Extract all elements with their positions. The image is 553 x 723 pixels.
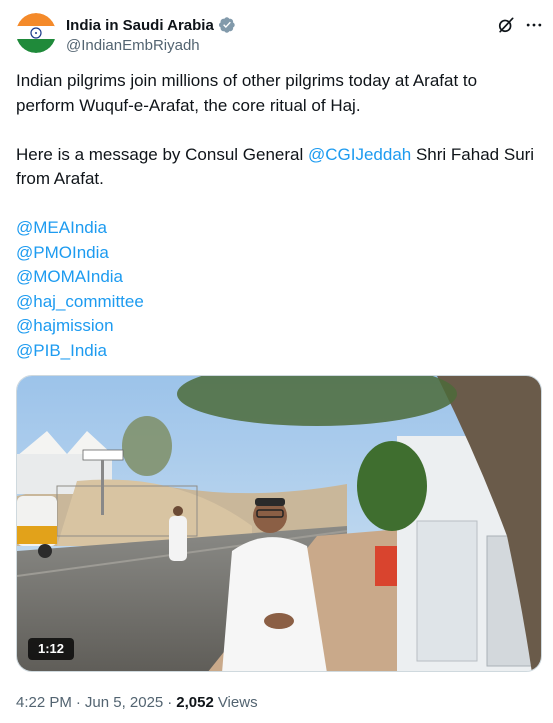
display-name[interactable]: India in Saudi Arabia: [66, 17, 214, 34]
tweet-text-segment: Here is a message by Consul General: [16, 144, 308, 164]
mention-link[interactable]: @PIB_India: [16, 341, 107, 360]
grok-icon[interactable]: [496, 15, 516, 35]
views-count: 2,052: [176, 694, 214, 711]
author-handle[interactable]: @IndianEmbRiyadh: [66, 37, 236, 54]
tweet-header: India in Saudi Arabia @IndianEmbRiyadh: [16, 13, 544, 57]
mention-link[interactable]: @CGIJeddah: [308, 145, 411, 164]
avatar[interactable]: [16, 13, 56, 53]
tweet-paragraph-2: Here is a message by Consul General @CGI…: [16, 143, 536, 192]
meta-separator: ·: [167, 694, 173, 711]
tweet-time[interactable]: 4:22 PM: [16, 694, 72, 711]
mention-link[interactable]: @PMOIndia: [16, 243, 109, 262]
views-label: Views: [217, 694, 258, 711]
verified-badge-icon: [218, 17, 235, 33]
meta-separator: ·: [75, 694, 81, 711]
mention-link[interactable]: @MOMAIndia: [16, 267, 123, 286]
tweet-paragraph-1: Indian pilgrims join millions of other p…: [16, 71, 478, 115]
india-flag-avatar-icon: [16, 13, 56, 53]
video-player[interactable]: [16, 375, 542, 672]
tweet-meta: 4:22 PM · Jun 5, 2025 · 2,052 Views: [16, 694, 258, 711]
author-info: India in Saudi Arabia @IndianEmbRiyadh: [66, 15, 236, 54]
mention-link[interactable]: @hajmission: [16, 316, 114, 335]
more-icon[interactable]: [524, 15, 544, 35]
video-frame: [17, 376, 541, 671]
mention-link[interactable]: @MEAIndia: [16, 218, 107, 237]
tweet-text: Indian pilgrims join millions of other p…: [16, 69, 536, 363]
tweet-date[interactable]: Jun 5, 2025: [85, 694, 163, 711]
mention-link[interactable]: @haj_committee: [16, 292, 144, 311]
video-duration-badge: 1:12: [28, 638, 74, 660]
